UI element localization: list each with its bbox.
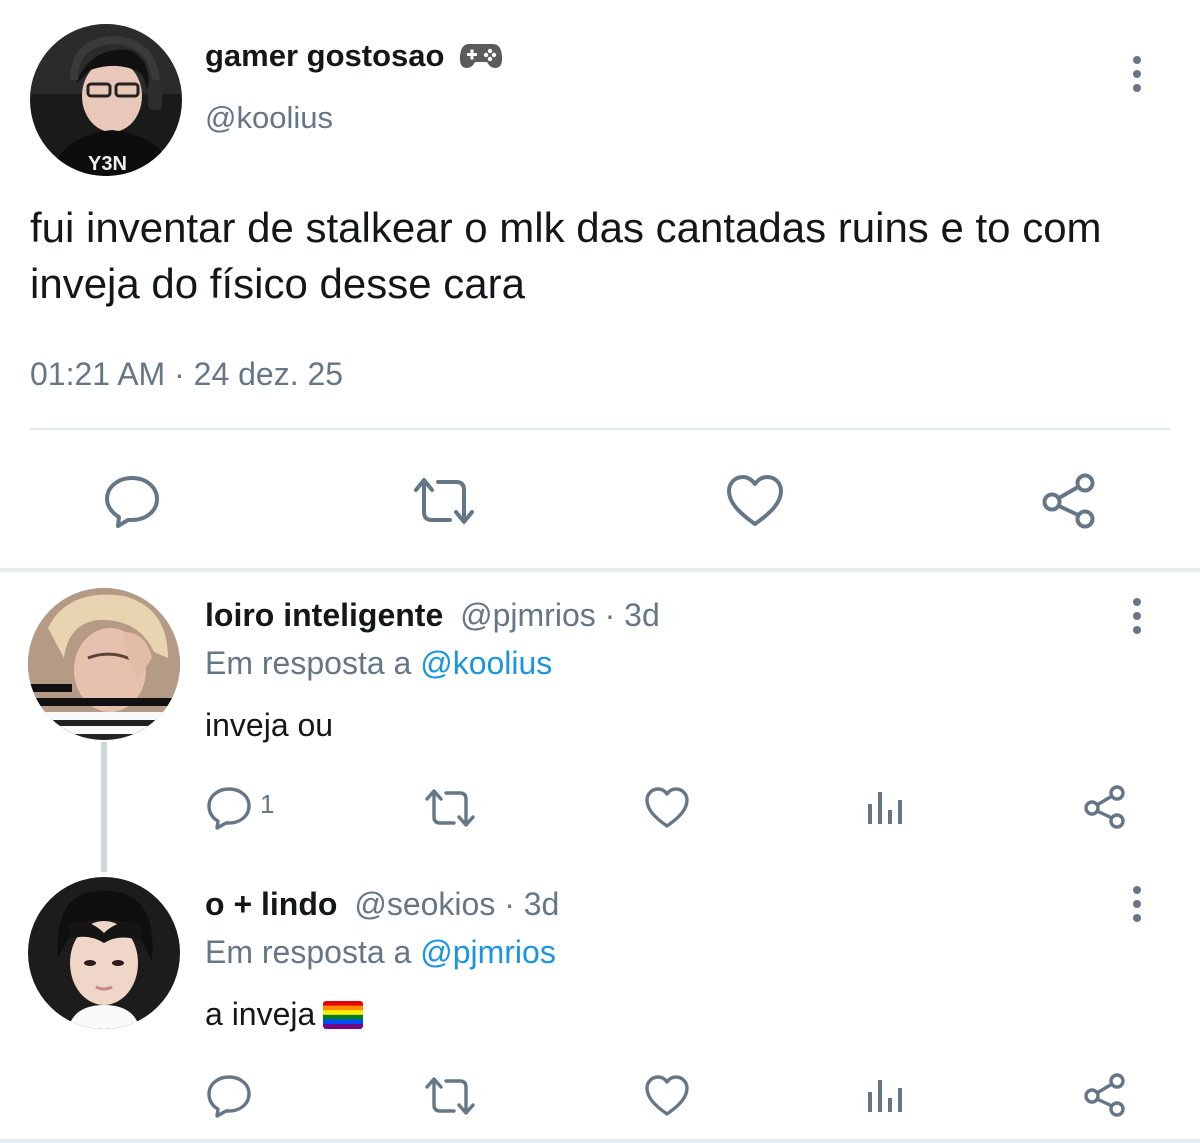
- display-name[interactable]: o + lindo: [205, 886, 337, 922]
- tweet-time: 01:21 AM: [30, 356, 166, 392]
- more-options-icon[interactable]: [1130, 56, 1144, 92]
- like-icon[interactable]: [644, 1074, 690, 1118]
- analytics-icon[interactable]: [866, 1076, 906, 1116]
- reply-to-handle[interactable]: @koolius: [420, 645, 552, 681]
- reply-icon[interactable]: [206, 786, 252, 830]
- like-icon[interactable]: [726, 474, 784, 528]
- display-name[interactable]: gamer gostosao: [205, 38, 444, 73]
- svg-text:Y3N: Y3N: [88, 153, 127, 175]
- handle[interactable]: @seokios: [354, 886, 495, 922]
- retweet-icon[interactable]: [424, 788, 476, 828]
- more-options-icon[interactable]: [1130, 598, 1144, 634]
- tweet-text: inveja ou: [205, 707, 334, 743]
- divider: [30, 428, 1170, 430]
- section-divider: [0, 568, 1200, 572]
- tweet-date: 24 dez. 25: [193, 356, 344, 392]
- avatar[interactable]: Y3N: [30, 24, 182, 176]
- reply-context: Em resposta a @pjmrios: [205, 934, 556, 971]
- reply-icon[interactable]: [206, 1074, 252, 1118]
- retweet-icon[interactable]: [412, 476, 476, 526]
- reply-context: Em resposta a @koolius: [205, 645, 552, 682]
- avatar[interactable]: [28, 877, 180, 1029]
- reply-prefix: Em resposta a: [205, 934, 421, 970]
- tweet-text: fui inventar de stalkear o mlk das canta…: [30, 204, 1102, 307]
- retweet-icon[interactable]: [424, 1076, 476, 1116]
- share-icon[interactable]: [1040, 472, 1098, 530]
- tweet-timestamp[interactable]: 01:21 AM · 24 dez. 25: [30, 356, 343, 393]
- reply-prefix: Em resposta a: [205, 645, 421, 681]
- like-icon[interactable]: [644, 786, 690, 830]
- author-line: o + lindo @seokios · 3d: [205, 886, 559, 923]
- tweet-age: · 3d: [595, 597, 660, 633]
- rainbow-flag-icon: [323, 1001, 364, 1029]
- more-options-icon[interactable]: [1130, 886, 1144, 922]
- bottom-divider: [0, 1139, 1200, 1143]
- tweet-age: · 3d: [495, 886, 560, 922]
- reply-to-handle[interactable]: @pjmrios: [420, 934, 556, 970]
- gamepad-icon: [459, 40, 503, 78]
- share-icon[interactable]: [1082, 784, 1128, 830]
- avatar[interactable]: [28, 588, 180, 740]
- separator: ·: [165, 356, 194, 392]
- handle[interactable]: @pjmrios: [460, 597, 596, 633]
- reply-icon[interactable]: [104, 474, 160, 528]
- share-icon[interactable]: [1082, 1072, 1128, 1118]
- thread-line: [101, 742, 107, 872]
- author-line: gamer gostosao: [205, 38, 503, 78]
- handle[interactable]: @koolius: [205, 100, 333, 136]
- tweet-text-line: a inveja: [205, 996, 364, 1033]
- tweet-text: a inveja: [205, 996, 316, 1032]
- reply-count: 1: [260, 789, 275, 819]
- author-line: loiro inteligente @pjmrios · 3d: [205, 597, 660, 634]
- display-name[interactable]: loiro inteligente: [205, 597, 443, 633]
- analytics-icon[interactable]: [866, 788, 906, 828]
